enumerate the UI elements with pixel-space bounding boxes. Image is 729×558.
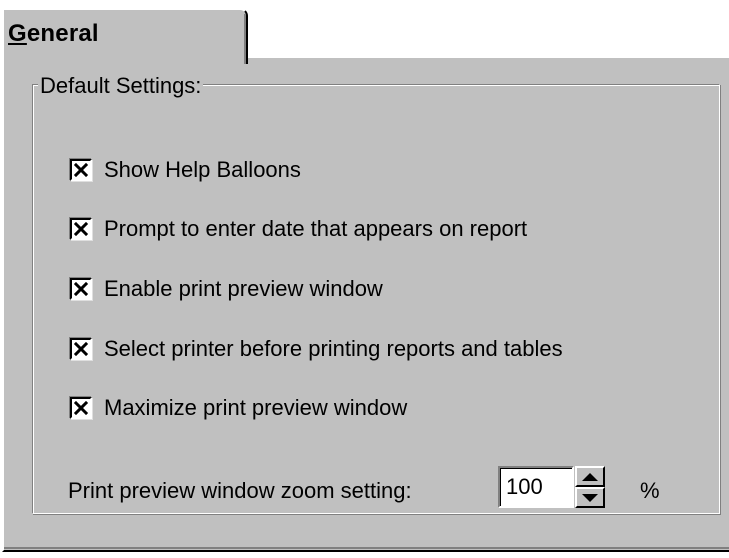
zoom-value: 100 — [506, 474, 543, 499]
percent-unit: % — [640, 478, 660, 503]
checkbox-box[interactable] — [70, 218, 92, 240]
checkbox-box[interactable] — [70, 278, 92, 300]
zoom-spinner[interactable] — [575, 466, 605, 508]
checkbox-label: Show Help Balloons — [104, 157, 301, 182]
checkbox-box[interactable] — [70, 397, 92, 419]
checkmark-x-icon — [74, 163, 88, 177]
maximize-print-preview-checkbox[interactable]: Maximize print preview window — [70, 395, 407, 421]
enable-print-preview-checkbox[interactable]: Enable print preview window — [70, 276, 383, 302]
checkmark-x-icon — [74, 282, 88, 296]
tab-label-rest: eneral — [26, 20, 99, 47]
spin-up-button[interactable] — [575, 466, 605, 487]
show-help-balloons-checkbox[interactable]: Show Help Balloons — [70, 157, 301, 183]
tab-general-label: General — [8, 20, 99, 48]
arrow-up-icon — [582, 472, 598, 481]
checkbox-label: Select printer before printing reports a… — [104, 336, 563, 361]
checkbox-label: Enable print preview window — [104, 276, 383, 301]
zoom-setting-label: Print preview window zoom setting: — [68, 478, 412, 503]
checkmark-x-icon — [74, 401, 88, 415]
checkbox-label: Prompt to enter date that appears on rep… — [104, 216, 528, 241]
prompt-date-checkbox[interactable]: Prompt to enter date that appears on rep… — [70, 216, 527, 242]
checkbox-box[interactable] — [70, 159, 92, 181]
spin-down-button[interactable] — [575, 487, 605, 508]
panel-shadow — [4, 547, 729, 549]
zoom-input[interactable]: 100 — [498, 466, 574, 508]
select-printer-checkbox[interactable]: Select printer before printing reports a… — [70, 336, 563, 362]
tab-mnemonic: G — [8, 20, 27, 47]
checkmark-x-icon — [74, 342, 88, 356]
checkbox-label: Maximize print preview window — [104, 395, 408, 420]
arrow-down-icon — [582, 493, 598, 502]
checkbox-box[interactable] — [70, 338, 92, 360]
tab-general[interactable]: General — [2, 8, 248, 64]
checkmark-x-icon — [74, 222, 88, 236]
group-title: Default Settings: — [38, 73, 204, 99]
